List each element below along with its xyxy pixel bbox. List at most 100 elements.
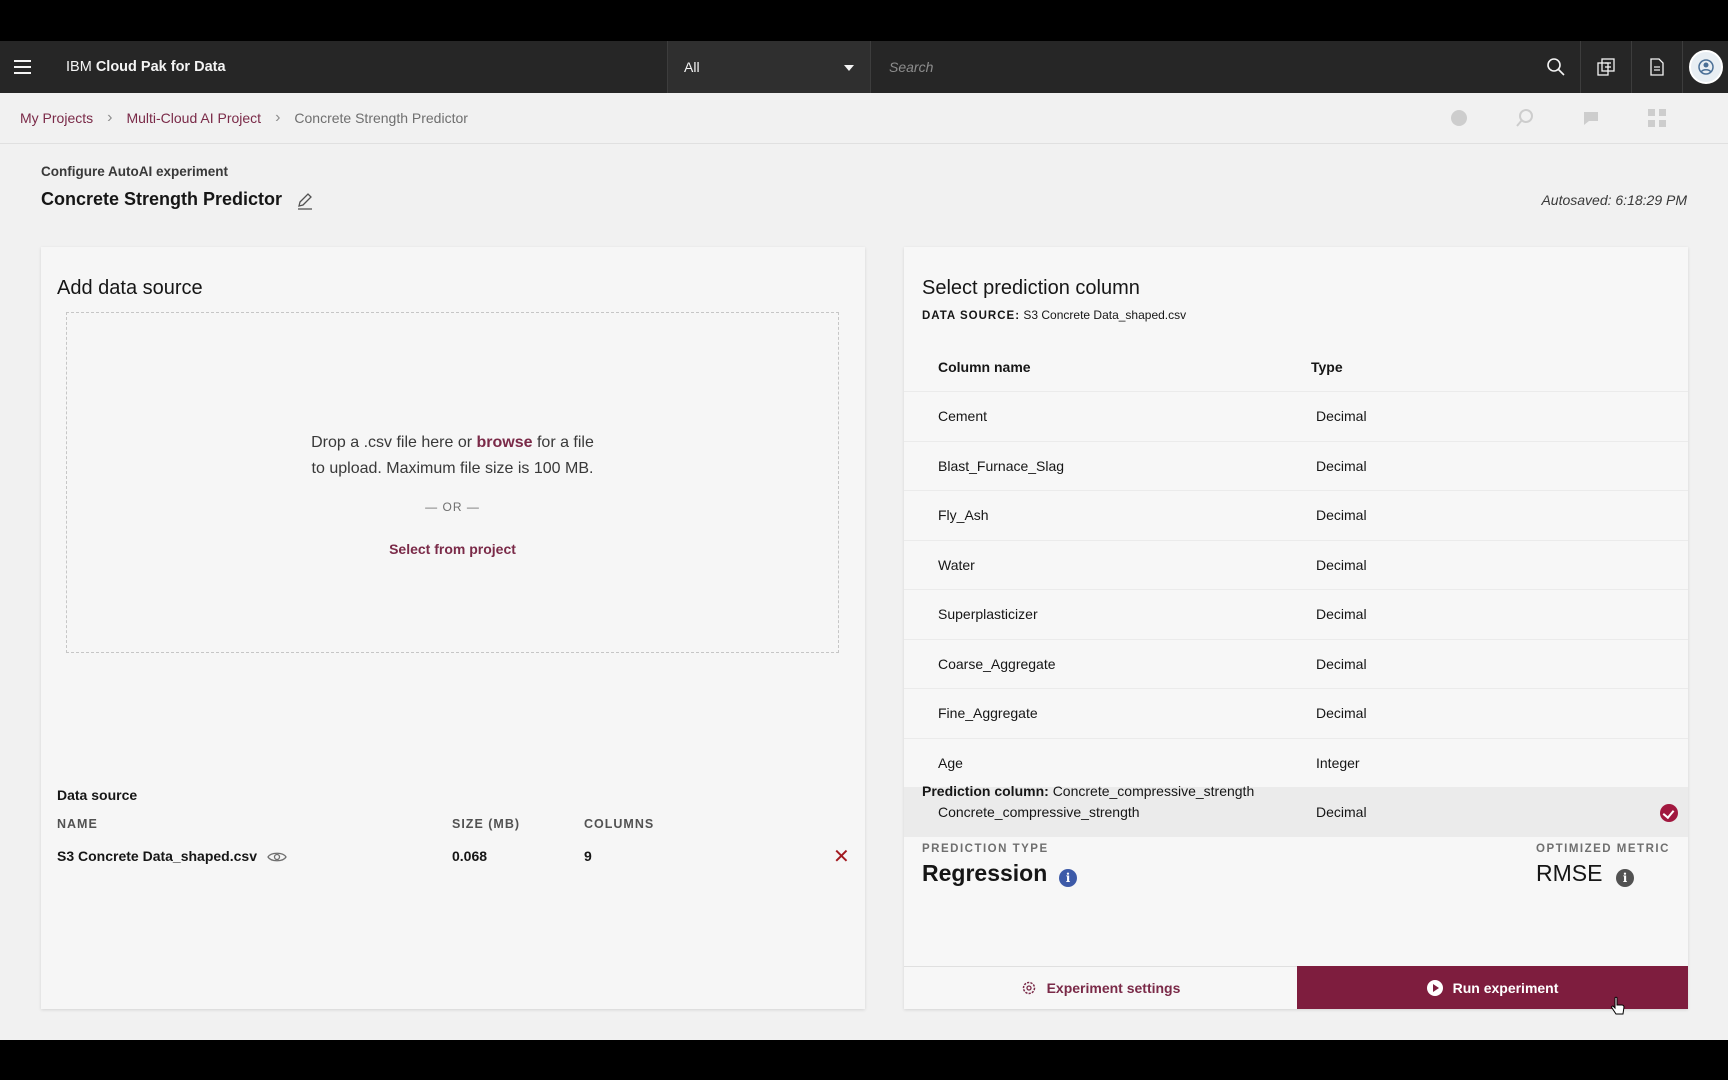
breadcrumb-current: Concrete Strength Predictor <box>294 110 468 126</box>
search-input[interactable]: Search <box>871 41 1580 93</box>
comments-icon[interactable] <box>1580 107 1602 129</box>
column-name-cell: Concrete_compressive_strength <box>938 804 1140 820</box>
page-subtitle: Configure AutoAI experiment <box>41 164 229 179</box>
optimized-metric-value: RMSE <box>1536 860 1603 886</box>
select-prediction-column-title: Select prediction column <box>922 277 1140 299</box>
drop-text: Drop a .csv file here or <box>311 434 473 451</box>
apps-icon[interactable] <box>1646 107 1668 129</box>
edit-icon[interactable] <box>295 191 315 211</box>
remove-data-icon[interactable]: ✕ <box>833 847 853 867</box>
prediction-column-summary: Prediction column: Concrete_compressive_… <box>922 783 1254 799</box>
info-icon[interactable]: i <box>1616 869 1634 887</box>
user-avatar-icon <box>1697 59 1714 75</box>
table-row[interactable]: Coarse_Aggregate Decimal <box>904 638 1688 689</box>
toolbar <box>1448 107 1668 129</box>
prediction-column-value: Concrete_compressive_strength <box>1052 783 1255 799</box>
preview-eye-icon[interactable] <box>267 849 287 865</box>
run-experiment-button[interactable]: Run experiment <box>1297 966 1688 1009</box>
column-table-header: Column name Type <box>904 343 1688 391</box>
column-type-cell: Decimal <box>1316 556 1367 573</box>
table-row[interactable]: Fine_Aggregate Decimal <box>904 688 1688 738</box>
notes-icon <box>1650 58 1664 76</box>
search-data-icon[interactable] <box>1514 107 1536 129</box>
avatar[interactable] <box>1688 50 1723 84</box>
column-name-cell: Coarse_Aggregate <box>938 655 1056 672</box>
page-content: My Projects › Multi-Cloud AI Project › C… <box>0 93 1728 1040</box>
column-header-name: NAME <box>57 817 98 831</box>
search-icon[interactable] <box>1546 57 1566 77</box>
experiment-settings-button[interactable]: Experiment settings <box>904 966 1297 1009</box>
add-data-source-panel: Add data source Drop a .csv file here or… <box>41 247 865 1009</box>
grid-stack-icon <box>1597 58 1615 76</box>
catalog-icon[interactable] <box>1580 41 1631 93</box>
select-from-project-link[interactable]: Select from project <box>67 541 838 557</box>
column-name-cell: Water <box>938 556 975 573</box>
data-source-value: S3 Concrete Data_shaped.csv <box>1023 308 1187 322</box>
prediction-type-label: PREDICTION TYPE <box>922 843 1049 855</box>
column-header-columns: COLUMNS <box>584 817 655 831</box>
table-row[interactable]: Water Decimal <box>904 539 1688 590</box>
info-icon[interactable] <box>1448 107 1470 129</box>
brand-prefix: IBM <box>66 59 92 75</box>
column-header-size: SIZE (MB) <box>452 817 521 831</box>
table-row[interactable]: Fly_Ash Decimal <box>904 490 1688 540</box>
divider <box>0 143 1728 144</box>
menu-icon[interactable] <box>0 41 44 93</box>
drop-instructions: Drop a .csv file here or browse for a fi… <box>67 430 838 482</box>
file-drop-zone[interactable]: Drop a .csv file here or browse for a fi… <box>66 312 839 653</box>
data-source-label: DATA SOURCE: S3 Concrete Data_shaped.csv <box>922 308 1186 322</box>
brand-name: Cloud Pak for Data <box>95 59 226 75</box>
column-name-cell: Age <box>938 754 963 771</box>
column-name-cell: Fly_Ash <box>938 507 989 523</box>
column-name-cell: Superplasticizer <box>938 606 1038 622</box>
prediction-type-value: Regression <box>922 860 1048 886</box>
column-type-header: Type <box>1311 359 1343 375</box>
info-icon[interactable]: i <box>1059 869 1077 887</box>
document-icon[interactable] <box>1631 41 1682 93</box>
chevron-down-icon <box>844 65 854 71</box>
chevron-right-icon: › <box>275 109 281 126</box>
play-icon <box>1426 979 1443 996</box>
column-type-cell: Integer <box>1316 754 1360 771</box>
data-source-heading: Data source <box>57 787 138 803</box>
column-name-cell: Blast_Furnace_Slag <box>938 457 1065 474</box>
breadcrumb-project[interactable]: Multi-Cloud AI Project <box>126 110 261 126</box>
optimized-metric-label: OPTIMIZED METRIC <box>1536 843 1670 855</box>
data-file-name: S3 Concrete Data_shaped.csv <box>57 848 257 864</box>
search-scope-dropdown[interactable]: All <box>667 41 871 93</box>
breadcrumb: My Projects › Multi-Cloud AI Project › C… <box>20 93 468 143</box>
column-name-header: Column name <box>938 359 1031 375</box>
or-divider: — OR — <box>425 500 480 514</box>
drop-text: for a file <box>536 434 594 451</box>
search-placeholder: Search <box>889 59 934 75</box>
data-file-size: 0.068 <box>452 848 488 864</box>
drop-text: to upload. Maximum file size is 100 MB. <box>311 460 594 477</box>
table-row[interactable]: Blast_Furnace_Slag Decimal <box>904 440 1688 491</box>
table-row[interactable]: Age Integer <box>904 737 1688 788</box>
browse-link[interactable]: browse <box>477 434 533 451</box>
page-title: Concrete Strength Predictor <box>41 189 283 209</box>
column-type-cell: Decimal <box>1316 655 1367 672</box>
column-name-cell: Fine_Aggregate <box>938 705 1038 721</box>
column-type-cell: Decimal <box>1316 408 1367 424</box>
pointer-cursor-icon <box>1611 996 1625 1015</box>
data-source-key: DATA SOURCE: <box>922 310 1021 322</box>
gear-icon <box>1022 981 1035 995</box>
experiment-settings-label: Experiment settings <box>1046 980 1181 996</box>
data-file-columns: 9 <box>584 848 592 864</box>
add-data-source-title: Add data source <box>57 277 203 299</box>
prediction-column-label: Prediction column: <box>922 783 1049 799</box>
column-type-cell: Decimal <box>1316 705 1367 721</box>
autosave-status: Autosaved: 6:18:29 PM <box>1541 192 1687 208</box>
run-experiment-label: Run experiment <box>1452 979 1559 996</box>
breadcrumb-my-projects[interactable]: My Projects <box>20 110 93 126</box>
column-type-cell: Decimal <box>1316 457 1367 474</box>
product-name[interactable]: IBM Cloud Pak for Data <box>66 59 667 75</box>
table-row[interactable]: Cement Decimal <box>904 391 1688 441</box>
prediction-column-panel: DATA SOURCE: S3 Concrete Data_shaped.csv… <box>904 247 1688 1009</box>
table-row[interactable]: Superplasticizer Decimal <box>904 589 1688 639</box>
user-menu[interactable] <box>1682 41 1728 93</box>
top-navigation-bar: IBM Cloud Pak for Data All Search <box>0 41 1728 93</box>
column-name-cell: Cement <box>938 408 988 424</box>
column-type-cell: Decimal <box>1316 606 1367 622</box>
